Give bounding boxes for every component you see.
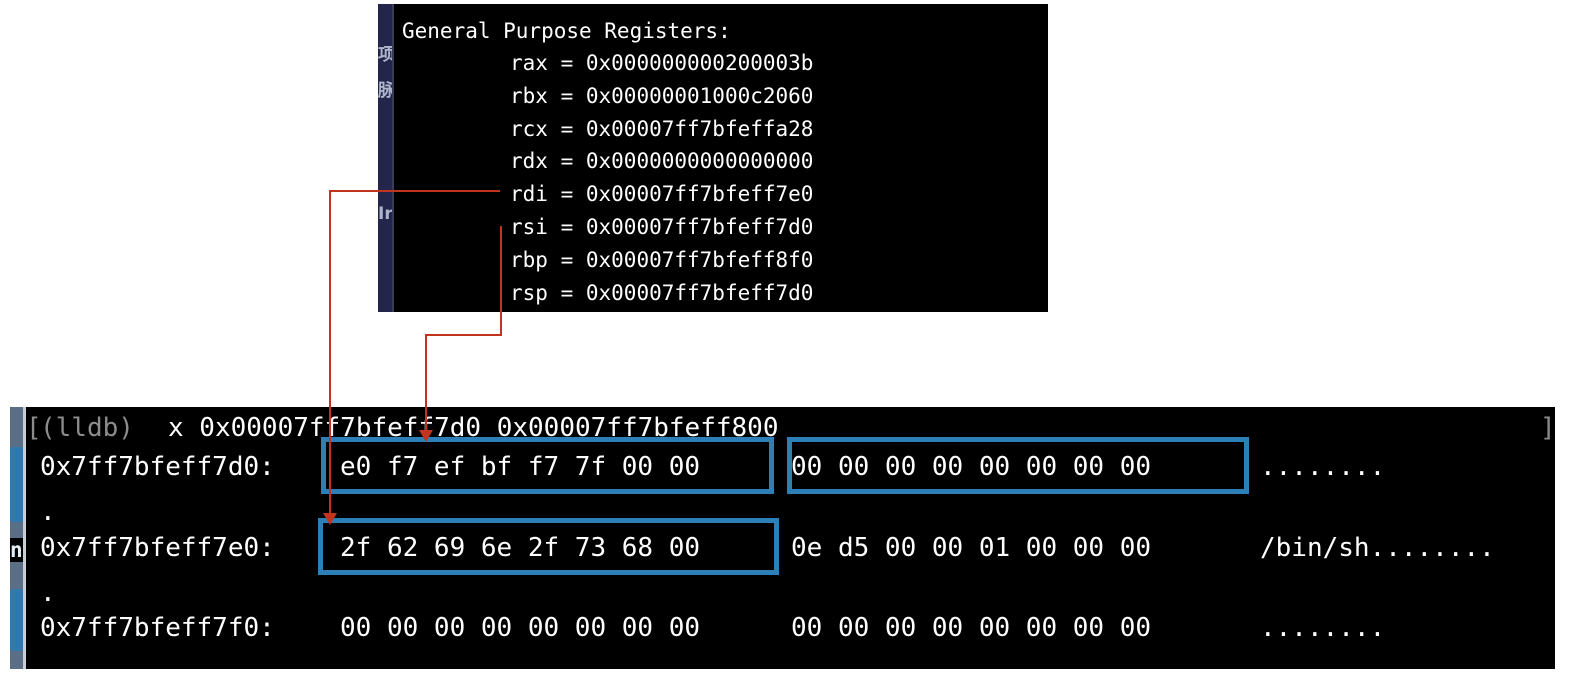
register-row-rdi: rdi = 0x00007ff7bfeff7e0 [510, 182, 814, 207]
register-value: 0x00007ff7bfeff8f0 [585, 247, 814, 272]
memory-ascii: /bin/sh........ [1260, 533, 1495, 563]
sidebar-glyph: 脉 [378, 81, 392, 101]
register-list: rax = 0x000000000200003b rbx = 0x0000000… [510, 47, 813, 309]
register-value: 0x00007ff7bfeffa28 [585, 116, 814, 141]
register-value: 0x00007ff7bfeff7e0 [585, 182, 814, 207]
register-row-rax: rax = 0x000000000200003b [510, 51, 814, 75]
register-name: rbp [510, 247, 548, 272]
register-row-rsp: rsp = 0x00007ff7bfeff7d0 [510, 280, 814, 305]
memory-ascii: ........ [1260, 613, 1386, 643]
register-name: rcx [510, 116, 548, 141]
register-row-rcx: rcx = 0x00007ff7bfeffa28 [510, 116, 814, 141]
lldb-prompt: (lldb) [40, 413, 134, 443]
terminal-panel: n [ (lldb) x 0x00007ff7bfeff7d0 0x00007f… [10, 407, 1555, 669]
divider [392, 4, 394, 312]
memory-ascii-wrap: . [40, 578, 56, 608]
arrowhead-icon [419, 430, 433, 442]
strip-tab [10, 589, 23, 651]
memory-address: 0x7ff7bfeff7d0: [40, 452, 275, 482]
sidebar-strip: 项 脉 Ir [378, 4, 392, 312]
register-name: rax [510, 51, 548, 75]
register-row-rsi: rsi = 0x00007ff7bfeff7d0 [510, 214, 814, 239]
register-name: rbx [510, 83, 548, 108]
sidebar-glyph: Ir [378, 204, 392, 224]
register-name: rdx [510, 149, 548, 174]
register-value: 0x00007ff7bfeff7d0 [585, 280, 814, 305]
register-panel-title: General Purpose Registers: [402, 19, 731, 43]
register-panel: 项 脉 Ir General Purpose Registers: rax = … [378, 4, 1048, 312]
register-row-rbp: rbp = 0x00007ff7bfeff8f0 [510, 247, 814, 272]
register-row-rdx: rdx = 0x0000000000000000 [510, 149, 814, 174]
strip-tab [10, 447, 23, 522]
arrowhead-icon [323, 513, 337, 525]
register-name: rdi [510, 182, 548, 207]
register-name: rsp [510, 280, 548, 305]
divider [23, 407, 26, 669]
strip-glyph: n [10, 538, 23, 562]
memory-ascii: ........ [1260, 452, 1386, 482]
memory-bytes: 00 00 00 00 00 00 00 00 [340, 613, 701, 643]
highlight-box-bin-sh-bytes [318, 518, 779, 575]
command-bracket-close: ] [1540, 413, 1555, 443]
register-value: 0x00000001000c2060 [585, 83, 814, 108]
memory-address: 0x7ff7bfeff7e0: [40, 533, 275, 563]
highlight-box-zero-bytes [787, 437, 1249, 494]
register-name: rsi [510, 214, 548, 239]
memory-bytes: 00 00 00 00 00 00 00 00 [791, 613, 1152, 643]
register-value: 0x00007ff7bfeff7d0 [585, 214, 814, 239]
memory-bytes: 0e d5 00 00 01 00 00 00 [791, 533, 1152, 563]
register-value: 0x000000000200003b [585, 51, 814, 75]
sidebar-glyph: 项 [378, 45, 392, 65]
highlight-box-rsp-bytes [321, 437, 774, 494]
memory-ascii-wrap: . [40, 497, 56, 527]
register-row-rbx: rbx = 0x00000001000c2060 [510, 83, 814, 108]
memory-address: 0x7ff7bfeff7f0: [40, 613, 275, 643]
register-value: 0x0000000000000000 [585, 149, 814, 174]
